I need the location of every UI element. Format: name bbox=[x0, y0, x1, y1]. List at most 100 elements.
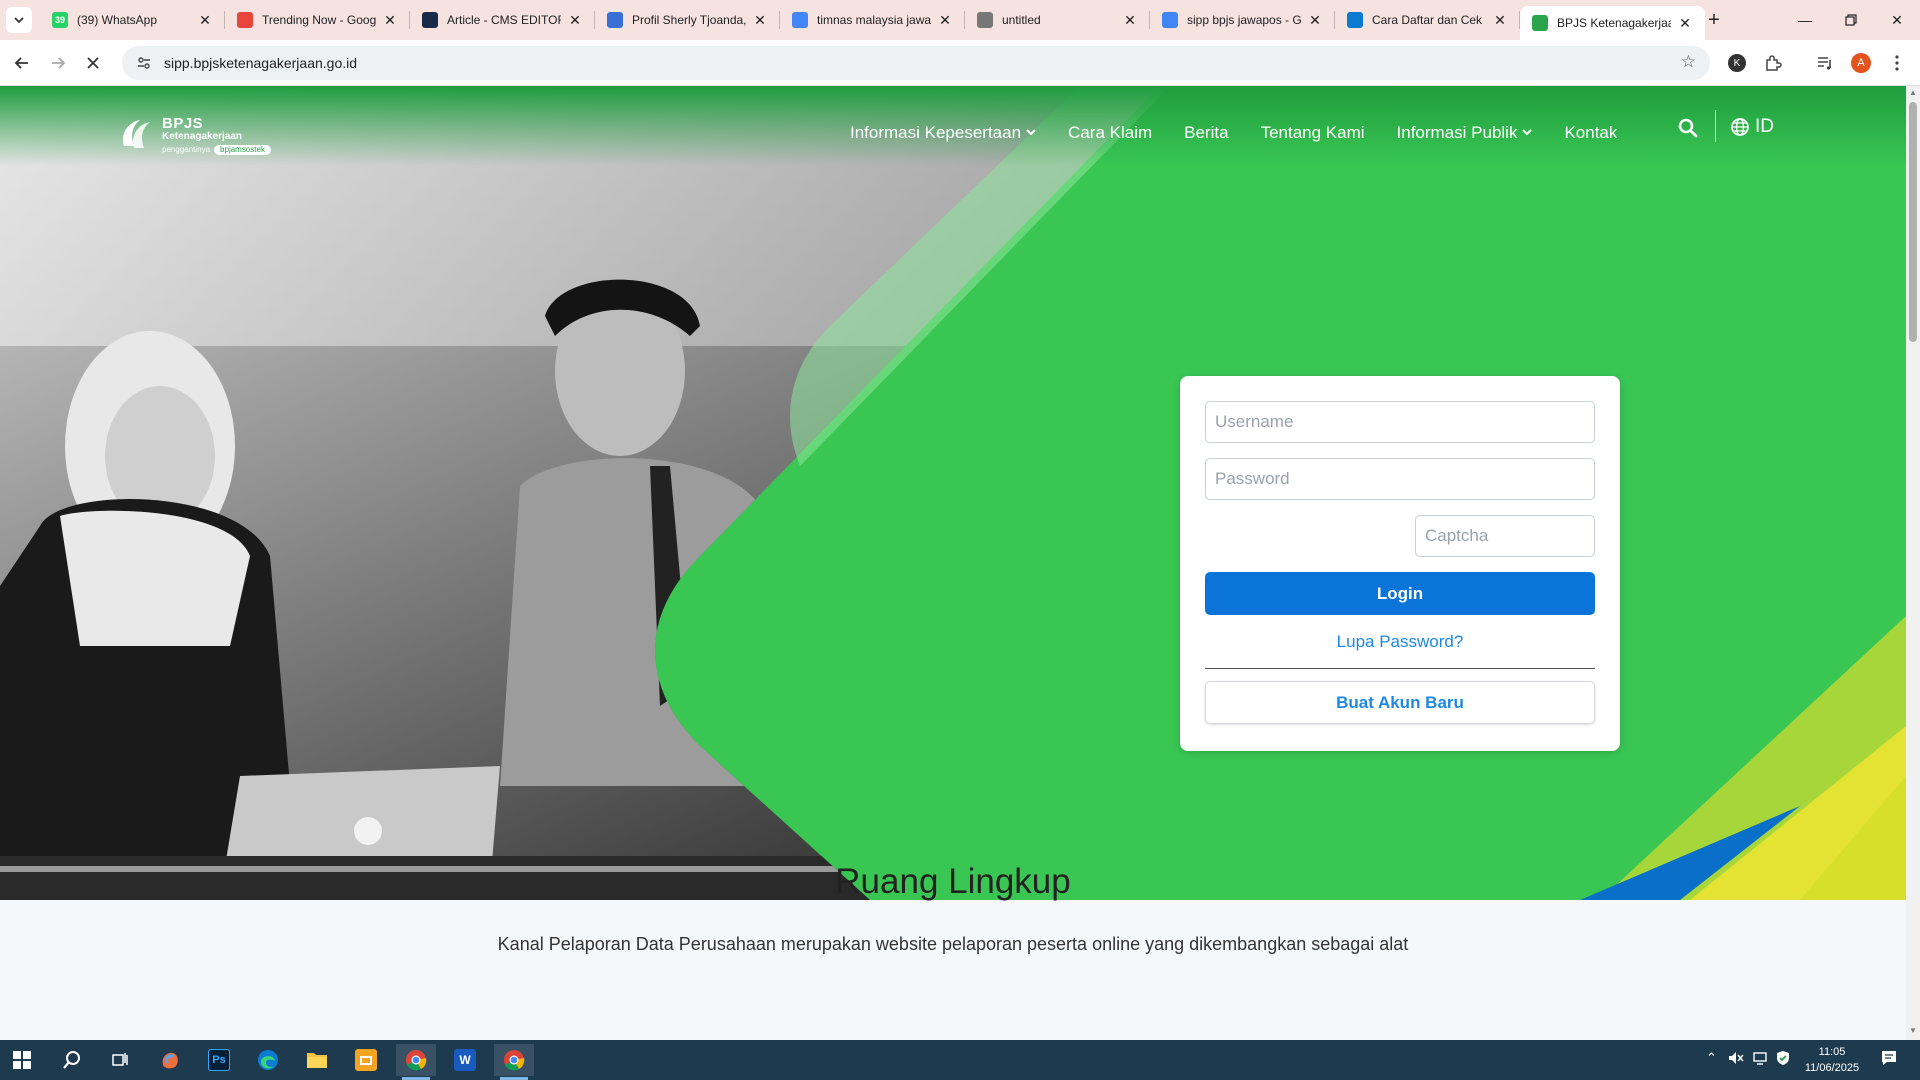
tab-search-button[interactable] bbox=[6, 7, 32, 33]
bookmark-star-icon[interactable]: ☆ bbox=[1681, 52, 1696, 72]
language-switcher[interactable]: ID bbox=[1730, 116, 1774, 138]
search-icon bbox=[63, 1051, 80, 1069]
username-input[interactable] bbox=[1205, 401, 1595, 443]
browser-tab[interactable]: Article - CMS EDITOR ✕ bbox=[410, 0, 595, 40]
scrollbar-thumb[interactable] bbox=[1909, 102, 1917, 342]
close-tab-icon[interactable]: ✕ bbox=[1492, 12, 1508, 28]
browser-tab[interactable]: untitled ✕ bbox=[965, 0, 1150, 40]
close-tab-icon[interactable]: ✕ bbox=[197, 12, 213, 28]
nav-item[interactable]: Berita bbox=[1184, 123, 1228, 143]
chrome-button[interactable] bbox=[396, 1044, 436, 1080]
restore-button[interactable] bbox=[1828, 0, 1874, 40]
back-button[interactable] bbox=[8, 49, 36, 77]
extension-avatar: K bbox=[1728, 54, 1746, 72]
minimize-button[interactable]: — bbox=[1782, 0, 1828, 40]
network-icon[interactable] bbox=[1752, 1050, 1768, 1069]
tab-strip: 39 (39) WhatsApp ✕ Trending Now - Goog ✕ Arti… bbox=[40, 0, 1705, 40]
photoshop-button[interactable]: Ps bbox=[199, 1044, 239, 1076]
nav-item-label: Kontak bbox=[1564, 123, 1618, 142]
notification-icon[interactable] bbox=[1880, 1049, 1898, 1070]
close-window-button[interactable]: ✕ bbox=[1874, 0, 1920, 40]
taskbar-search-button[interactable] bbox=[52, 1044, 92, 1076]
trending-icon bbox=[237, 12, 253, 28]
browser-tab[interactable]: Cara Daftar dan Cek S ✕ bbox=[1335, 0, 1520, 40]
browser-menu-button[interactable] bbox=[1884, 50, 1910, 76]
site-logo[interactable]: BPJS Ketenagakerjaan penggantinya bpjams… bbox=[118, 116, 271, 160]
copilot-button[interactable] bbox=[150, 1044, 190, 1076]
close-tab-icon[interactable]: ✕ bbox=[567, 12, 583, 28]
start-button[interactable] bbox=[2, 1044, 42, 1076]
profile-button[interactable]: A bbox=[1848, 50, 1874, 76]
scroll-up-arrow-icon[interactable]: ▲ bbox=[1908, 88, 1918, 98]
close-tab-icon[interactable]: ✕ bbox=[1307, 12, 1323, 28]
extensions-button[interactable] bbox=[1760, 50, 1786, 76]
browser-tab[interactable]: sipp bpjs jawapos - G ✕ bbox=[1150, 0, 1335, 40]
whatsapp-icon: 39 bbox=[52, 12, 68, 28]
tab-title: timnas malaysia jawa bbox=[817, 13, 931, 27]
close-tab-icon[interactable]: ✕ bbox=[1122, 12, 1138, 28]
nav-item[interactable]: Informasi Publik bbox=[1397, 123, 1533, 143]
site-search-button[interactable] bbox=[1678, 118, 1700, 140]
taskbar-clock[interactable]: 11:05 11/06/2025 bbox=[1796, 1044, 1868, 1076]
chevron-down-icon bbox=[1522, 127, 1533, 139]
tab-title: Trending Now - Goog bbox=[262, 13, 376, 27]
browser-tab[interactable]: timnas malaysia jawa ✕ bbox=[780, 0, 965, 40]
close-tab-icon[interactable]: ✕ bbox=[752, 12, 768, 28]
browser-tab[interactable]: 39 (39) WhatsApp ✕ bbox=[40, 0, 225, 40]
nav-item[interactable]: Informasi Kepesertaan bbox=[850, 123, 1036, 143]
tab-title: (39) WhatsApp bbox=[77, 13, 158, 27]
k-icon bbox=[1347, 12, 1363, 28]
file-explorer-button[interactable] bbox=[297, 1044, 337, 1076]
arrow-left-icon bbox=[14, 57, 28, 69]
logo-line-ketenagakerjaan: Ketenagakerjaan bbox=[162, 131, 243, 142]
logo-tagline-pill: bpjamsostek bbox=[214, 145, 271, 155]
bpjs-icon bbox=[1532, 15, 1548, 31]
page-viewport: BPJS Ketenagakerjaan penggantinya bpjams… bbox=[0, 86, 1906, 1040]
task-view-button[interactable] bbox=[100, 1044, 140, 1076]
copilot-icon bbox=[162, 1052, 178, 1069]
close-tab-icon[interactable]: ✕ bbox=[937, 12, 953, 28]
address-bar[interactable]: sipp.bpjsketenagakerjaan.go.id ☆ bbox=[122, 46, 1710, 80]
login-divider bbox=[1205, 668, 1595, 669]
nav-item[interactable]: Cara Klaim bbox=[1068, 123, 1152, 143]
google-icon bbox=[792, 12, 808, 28]
logo-line-bpjs: BPJS bbox=[162, 115, 204, 132]
edge-button[interactable] bbox=[248, 1044, 288, 1076]
password-input[interactable] bbox=[1205, 458, 1595, 500]
nav-item-label: Informasi Publik bbox=[1396, 123, 1518, 142]
browser-tab[interactable]: BPJS Ketenagakerjaan ✕ bbox=[1520, 6, 1705, 40]
nav-item-label: Informasi Kepesertaan bbox=[850, 123, 1022, 142]
nav-item[interactable]: Tentang Kami bbox=[1261, 123, 1365, 143]
main-menu: Informasi Kepesertaan Cara Klaim Berita Ten… bbox=[850, 116, 1649, 150]
scroll-down-arrow-icon[interactable]: ▼ bbox=[1908, 1026, 1918, 1036]
nav-item[interactable]: Kontak bbox=[1564, 123, 1617, 143]
clock-time: 11:05 bbox=[1818, 1046, 1846, 1058]
word-button[interactable]: W bbox=[445, 1044, 485, 1076]
extension-k-button[interactable]: K bbox=[1724, 50, 1750, 76]
nav-item-label: Tentang Kami bbox=[1260, 123, 1365, 142]
site-info-icon[interactable] bbox=[134, 53, 154, 73]
create-account-button[interactable]: Buat Akun Baru bbox=[1205, 681, 1595, 724]
chrome-icon bbox=[504, 1050, 525, 1071]
media-control-button[interactable] bbox=[1812, 50, 1838, 76]
chrome-profile-button[interactable] bbox=[494, 1044, 534, 1080]
tab-title: BPJS Ketenagakerjaan bbox=[1557, 16, 1671, 30]
close-tab-icon[interactable]: ✕ bbox=[1677, 15, 1693, 31]
slides-button[interactable] bbox=[346, 1044, 386, 1076]
captcha-input[interactable] bbox=[1415, 515, 1595, 557]
security-shield-icon[interactable] bbox=[1776, 1050, 1790, 1069]
login-card: Login Lupa Password? Buat Akun Baru bbox=[1180, 376, 1620, 751]
close-icon bbox=[87, 57, 99, 69]
tab-title: untitled bbox=[1002, 13, 1041, 27]
stop-loading-button[interactable] bbox=[79, 49, 107, 77]
browser-tab[interactable]: Profil Sherly Tjoanda, ✕ bbox=[595, 0, 780, 40]
forward-button[interactable] bbox=[44, 49, 72, 77]
login-button[interactable]: Login bbox=[1205, 572, 1595, 615]
browser-tab[interactable]: Trending Now - Goog ✕ bbox=[225, 0, 410, 40]
forgot-password-link[interactable]: Lupa Password? bbox=[1205, 632, 1595, 652]
volume-muted-icon[interactable] bbox=[1728, 1050, 1744, 1069]
page-scrollbar[interactable]: ▲ ▼ bbox=[1906, 86, 1920, 1040]
tray-overflow-icon[interactable]: ⌃ bbox=[1706, 1050, 1717, 1066]
new-tab-button[interactable]: + bbox=[1700, 8, 1728, 32]
close-tab-icon[interactable]: ✕ bbox=[382, 12, 398, 28]
